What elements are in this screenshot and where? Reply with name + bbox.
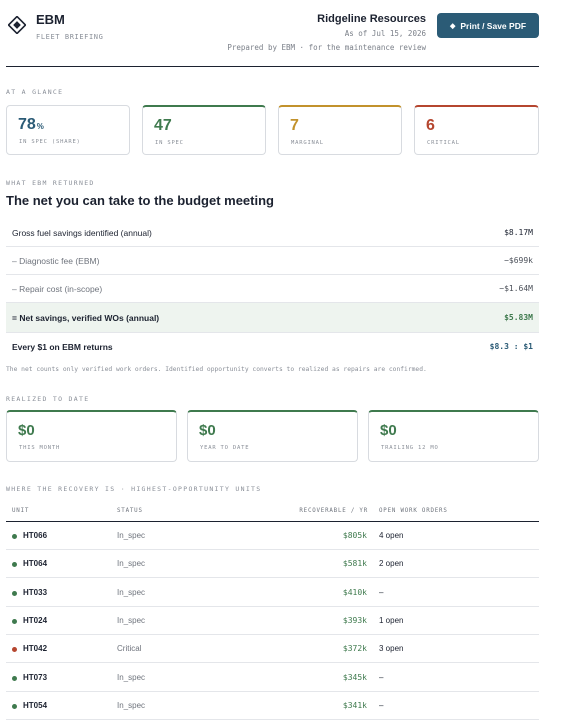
net-row-value: $5.83M: [504, 313, 533, 322]
unit-status: In_spec: [117, 672, 146, 682]
table-row: HT073 In_spec $345k –: [6, 664, 539, 692]
table-row: HT042 Critical $372k 3 open: [6, 635, 539, 664]
net-footnote: The net counts only verified work orders…: [6, 366, 427, 373]
brand-subtitle: FLEET BRIEFING: [36, 33, 104, 41]
net-section-label: WHAT EBM RETURNED: [6, 179, 95, 187]
status-dot-icon: [12, 703, 17, 709]
table-row: HT033 In_spec $410k –: [6, 579, 539, 607]
realized-card-this-month: $0 THIS MONTH: [6, 410, 177, 462]
client-name: Ridgeline Resources: [317, 13, 426, 25]
table-row: HT054 In_spec $341k –: [6, 692, 539, 720]
brand-name: EBM: [36, 12, 65, 27]
net-row-label: – Diagnostic fee (EBM): [12, 256, 100, 266]
col-header-recoverable: RECOVERABLE / YR: [299, 508, 368, 514]
realized-label: THIS MONTH: [19, 445, 61, 451]
prepared-by-line: Prepared by EBM · for the maintenance re…: [227, 43, 426, 52]
net-row-value: $8.17M: [504, 228, 533, 237]
unit-work-orders: 1 open: [379, 615, 404, 625]
unit-recoverable: $581k: [342, 559, 367, 569]
realized-value: $0: [380, 422, 397, 439]
status-dot-icon: [12, 675, 17, 681]
unit-status: In_spec: [117, 587, 146, 597]
unit-id: HT042: [23, 644, 48, 654]
table-row: HT066 In_spec $805k 4 open: [6, 522, 539, 550]
unit-work-orders: 4 open: [379, 531, 404, 540]
net-row-net-savings: = Net savings, verified WOs (annual) $5.…: [6, 303, 539, 333]
net-row-label: – Repair cost (in-scope): [12, 284, 103, 294]
realized-section-label: REALIZED TO DATE: [6, 395, 90, 403]
col-header-unit: UNIT: [12, 508, 30, 514]
glance-value: 7: [290, 117, 299, 134]
unit-id: HT066: [23, 531, 48, 540]
glance-label: MARGINAL: [291, 140, 324, 146]
glance-card-marginal: 7 MARGINAL: [278, 105, 402, 155]
net-title: The net you can take to the budget meeti…: [6, 193, 274, 208]
unit-work-orders: –: [379, 672, 384, 682]
print-button-label: Print / Save PDF: [460, 20, 527, 31]
unit-work-orders: –: [379, 587, 384, 597]
realized-label: YEAR TO DATE: [200, 445, 250, 451]
realized-card-trailing-12-mo: $0 TRAILING 12 MO: [368, 410, 539, 462]
net-row-return-ratio: Every $1 on EBM returns $8.3 : $1: [6, 333, 539, 361]
net-row-value: −$699k: [504, 256, 533, 265]
unit-status: In_spec: [117, 559, 146, 569]
unit-id: HT033: [23, 587, 48, 597]
diamond-icon: ◆: [449, 22, 456, 30]
net-row-label: = Net savings, verified WOs (annual): [12, 313, 160, 323]
unit-recoverable: $805k: [342, 531, 367, 540]
status-dot-icon: [12, 562, 17, 568]
unit-recoverable: $393k: [342, 615, 367, 625]
unit-recoverable: $410k: [342, 587, 367, 597]
net-row-value: −$1.64M: [499, 284, 533, 293]
glance-value: 6: [426, 117, 435, 134]
unit-work-orders: 3 open: [379, 644, 404, 654]
unit-status: In_spec: [117, 531, 146, 540]
unit-work-orders: 2 open: [379, 559, 404, 569]
table-row: HT064 In_spec $581k 2 open: [6, 550, 539, 579]
glance-card-critical: 6 CRITICAL: [414, 105, 539, 155]
glance-label: IN SPEC (SHARE): [19, 139, 81, 145]
print-save-pdf-button[interactable]: ◆ Print / Save PDF: [437, 13, 539, 38]
ebm-logo-icon: [8, 16, 26, 34]
unit-id: HT024: [23, 615, 48, 625]
col-header-work-orders: OPEN WORK ORDERS: [379, 508, 448, 514]
col-header-status: STATUS: [117, 508, 143, 514]
unit-work-orders: –: [379, 700, 384, 710]
unit-id: HT064: [23, 559, 48, 569]
net-row-label: Every $1 on EBM returns: [12, 342, 113, 352]
realized-value: $0: [199, 422, 216, 439]
status-dot-icon: [12, 647, 17, 653]
unit-id: HT054: [23, 700, 48, 710]
realized-card-year-to-date: $0 YEAR TO DATE: [187, 410, 358, 462]
glance-value: 47: [154, 117, 172, 134]
status-dot-icon: [12, 590, 17, 596]
header-divider: [6, 66, 539, 67]
status-dot-icon: [12, 534, 17, 539]
unit-id: HT073: [23, 672, 48, 682]
realized-value: $0: [18, 422, 35, 439]
glance-unit: %: [36, 122, 44, 131]
units-section-label: WHERE THE RECOVERY IS · HIGHEST-OPPORTUN…: [6, 485, 262, 493]
glance-section-label: AT A GLANCE: [6, 88, 64, 96]
glance-card-in-spec: 47 IN SPEC: [142, 105, 266, 155]
net-row-diagnostic-fee: – Diagnostic fee (EBM) −$699k: [6, 247, 539, 275]
unit-recoverable: $341k: [342, 700, 367, 710]
unit-status: In_spec: [117, 700, 146, 710]
unit-recoverable: $372k: [342, 644, 367, 654]
unit-status: Critical: [117, 644, 142, 654]
table-row: HT024 In_spec $393k 1 open: [6, 607, 539, 635]
unit-status: In_spec: [117, 615, 146, 625]
glance-label: IN SPEC: [155, 140, 184, 146]
glance-value: 78: [18, 116, 36, 133]
as-of-date: As of Jul 15, 2026: [344, 29, 426, 38]
net-row-label: Gross fuel savings identified (annual): [12, 228, 152, 238]
unit-recoverable: $345k: [342, 672, 367, 682]
glance-label: CRITICAL: [427, 140, 460, 146]
net-row-repair-cost: – Repair cost (in-scope) −$1.64M: [6, 275, 539, 303]
glance-card-in-spec-share: 78% IN SPEC (SHARE): [6, 105, 130, 155]
status-dot-icon: [12, 618, 17, 624]
realized-label: TRAILING 12 MO: [381, 445, 439, 451]
net-row-value: $8.3 : $1: [489, 342, 533, 351]
net-row-gross: Gross fuel savings identified (annual) $…: [6, 219, 539, 247]
